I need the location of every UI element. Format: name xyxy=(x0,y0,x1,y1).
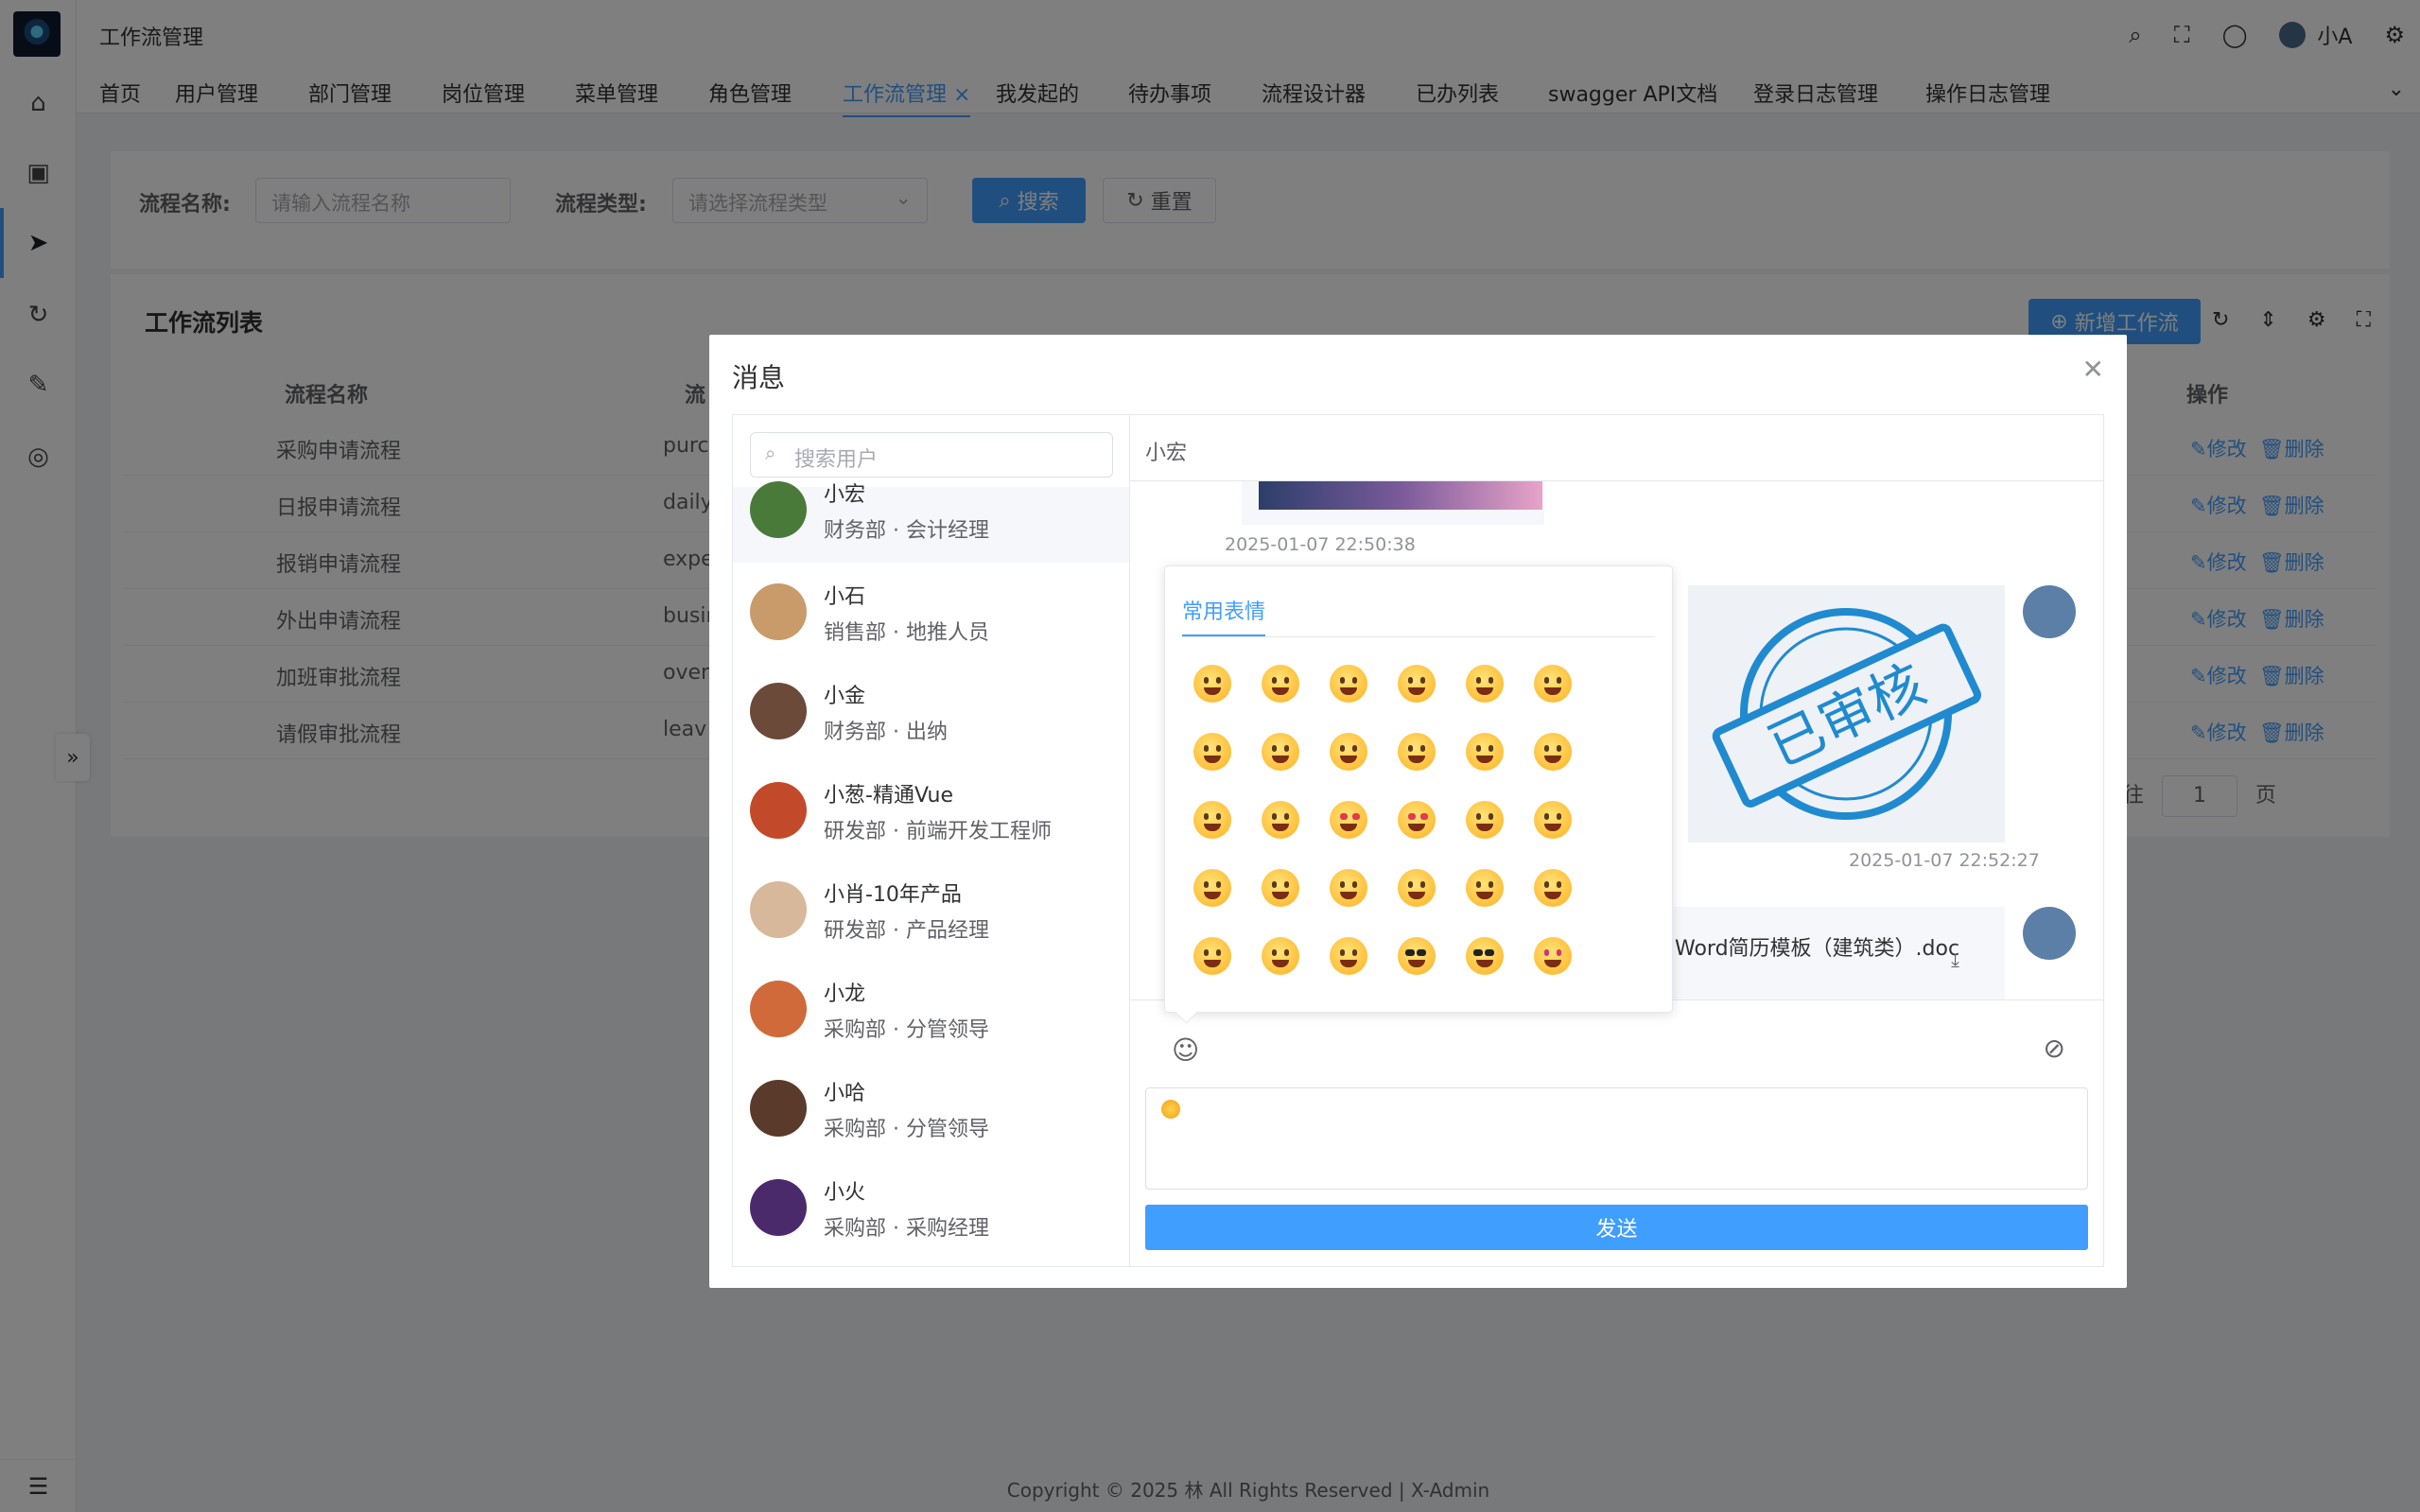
tongue-face-icon[interactable] xyxy=(1398,869,1436,907)
user-item[interactable]: 小金 财务部 · 出纳 xyxy=(733,662,1129,761)
file-name: Word简历模板（建筑类）.doc xyxy=(1675,937,1960,961)
image-message[interactable] xyxy=(1242,481,1544,525)
user-dept: 财务部 · 出纳 xyxy=(824,721,948,744)
monocle-face-icon[interactable] xyxy=(1330,937,1367,975)
user-dept: 销售部 · 地推人员 xyxy=(824,621,989,645)
user-dept: 研发部 · 产品经理 xyxy=(824,919,989,943)
approved-stamp-image: 已审核 xyxy=(1712,608,1981,820)
zany-face-icon[interactable] xyxy=(1193,937,1231,975)
emoji-grid xyxy=(1184,659,1593,999)
message-timestamp: 2025-01-07 22:52:27 xyxy=(1849,850,2040,871)
user-dept: 采购部 · 分管领导 xyxy=(824,1018,989,1042)
emoji-picker: 常用表情 xyxy=(1164,565,1673,1013)
user-name: 小哈 xyxy=(824,1082,866,1105)
tears-of-joy-icon[interactable] xyxy=(1193,733,1231,771)
raised-eyebrow-icon[interactable] xyxy=(1262,937,1299,975)
user-dept: 采购部 · 采购经理 xyxy=(824,1217,989,1241)
image-thumbnail xyxy=(1259,481,1542,510)
download-icon[interactable]: ⤓ xyxy=(1951,948,1959,971)
user-dept: 财务部 · 会计经理 xyxy=(824,519,989,543)
conversation-header: 小宏 xyxy=(1130,415,2103,481)
avatar xyxy=(2023,585,2076,638)
avatar xyxy=(750,1179,807,1236)
user-item[interactable]: 小肖-10年产品 研发部 · 产品经理 xyxy=(733,860,1129,960)
upside-down-face-icon[interactable] xyxy=(1534,733,1572,771)
emoji-icon[interactable]: ☺ xyxy=(1172,1034,1199,1066)
avatar xyxy=(750,583,807,640)
user-name: 小龙 xyxy=(824,982,866,1006)
close-icon[interactable]: ✕ xyxy=(2082,354,2104,385)
grinning-face-icon[interactable] xyxy=(1193,665,1231,703)
sweat-smile-icon[interactable] xyxy=(1534,665,1572,703)
user-name: 小葱-精通Vue xyxy=(824,784,953,808)
wink-tongue-icon[interactable] xyxy=(1534,869,1572,907)
dialog-title: 消息 xyxy=(732,362,786,393)
image-message[interactable]: 已审核 xyxy=(1688,585,2005,843)
avatar xyxy=(750,683,807,739)
smiling-face-icon[interactable] xyxy=(1330,733,1367,771)
avatar xyxy=(750,981,807,1037)
user-list: ⌕ 搜索用户 小宏 财务部 · 会计经理 小石 销售部 · 地推人员 小金 财务… xyxy=(733,415,1130,1266)
kissing-smiling-eyes-icon[interactable] xyxy=(1193,869,1231,907)
winking-face-icon[interactable] xyxy=(1193,801,1231,839)
relieved-face-icon[interactable] xyxy=(1262,801,1299,839)
file-message[interactable]: Word简历模板（建筑类）.doc ⤓ xyxy=(1660,907,2005,999)
squinting-face-icon[interactable] xyxy=(1466,665,1504,703)
avatar xyxy=(750,1080,807,1137)
avatar xyxy=(750,782,807,839)
avatar xyxy=(750,481,807,538)
beaming-face-icon[interactable] xyxy=(1398,665,1436,703)
user-item[interactable]: 小火 采购部 · 采购经理 xyxy=(733,1158,1129,1258)
tab-divider xyxy=(1182,636,1655,637)
sunglasses-face-icon[interactable] xyxy=(1466,937,1504,975)
nerd-face-icon[interactable] xyxy=(1398,937,1436,975)
slight-smile-icon[interactable] xyxy=(1466,733,1504,771)
user-name: 小火 xyxy=(824,1181,866,1205)
user-item[interactable]: 小石 销售部 · 地推人员 xyxy=(733,563,1129,662)
typed-emoji xyxy=(1161,1100,1180,1119)
user-item[interactable]: 小葱-精通Vue 研发部 · 前端开发工程师 xyxy=(733,761,1129,860)
paperclip-icon[interactable]: ⊘ xyxy=(2044,1033,2065,1064)
avatar xyxy=(750,881,807,938)
heart-eyes-icon[interactable] xyxy=(1330,801,1367,839)
user-item[interactable]: 小哈 采购部 · 分管领导 xyxy=(733,1059,1129,1158)
smiling-hearts-icon[interactable] xyxy=(1398,801,1436,839)
user-name: 小金 xyxy=(824,685,866,708)
user-item[interactable]: 小宏 财务部 · 会计经理 xyxy=(733,481,1129,563)
yum-face-icon[interactable] xyxy=(1330,869,1367,907)
emoji-tab-common[interactable]: 常用表情 xyxy=(1182,595,1266,636)
send-button[interactable]: 发送 xyxy=(1145,1205,2088,1250)
rolling-laughing-icon[interactable] xyxy=(1262,733,1299,771)
kissing-face-icon[interactable] xyxy=(1534,801,1572,839)
message-timestamp: 2025-01-07 22:50:38 xyxy=(1225,534,1416,555)
user-name: 小石 xyxy=(824,585,866,609)
user-dept: 采购部 · 分管领导 xyxy=(824,1118,989,1141)
grinning-big-eyes-icon[interactable] xyxy=(1262,665,1299,703)
grinning-smiling-eyes-icon[interactable] xyxy=(1330,665,1367,703)
user-dept: 研发部 · 前端开发工程师 xyxy=(824,820,1052,843)
message-textarea[interactable] xyxy=(1145,1087,2088,1190)
composer: ☺ ⊘ 发送 xyxy=(1130,999,2103,1266)
halo-face-icon[interactable] xyxy=(1398,733,1436,771)
user-search-input[interactable]: 搜索用户 xyxy=(750,432,1113,478)
user-name: 小肖-10年产品 xyxy=(824,883,962,907)
star-struck-icon[interactable] xyxy=(1534,937,1572,975)
user-name: 小宏 xyxy=(824,483,866,507)
avatar xyxy=(2023,907,2076,960)
user-item[interactable]: 小龙 采购部 · 分管领导 xyxy=(733,960,1129,1059)
squint-tongue-icon[interactable] xyxy=(1466,869,1504,907)
blowing-kiss-icon[interactable] xyxy=(1466,801,1504,839)
kissing-closed-eyes-icon[interactable] xyxy=(1262,869,1299,907)
